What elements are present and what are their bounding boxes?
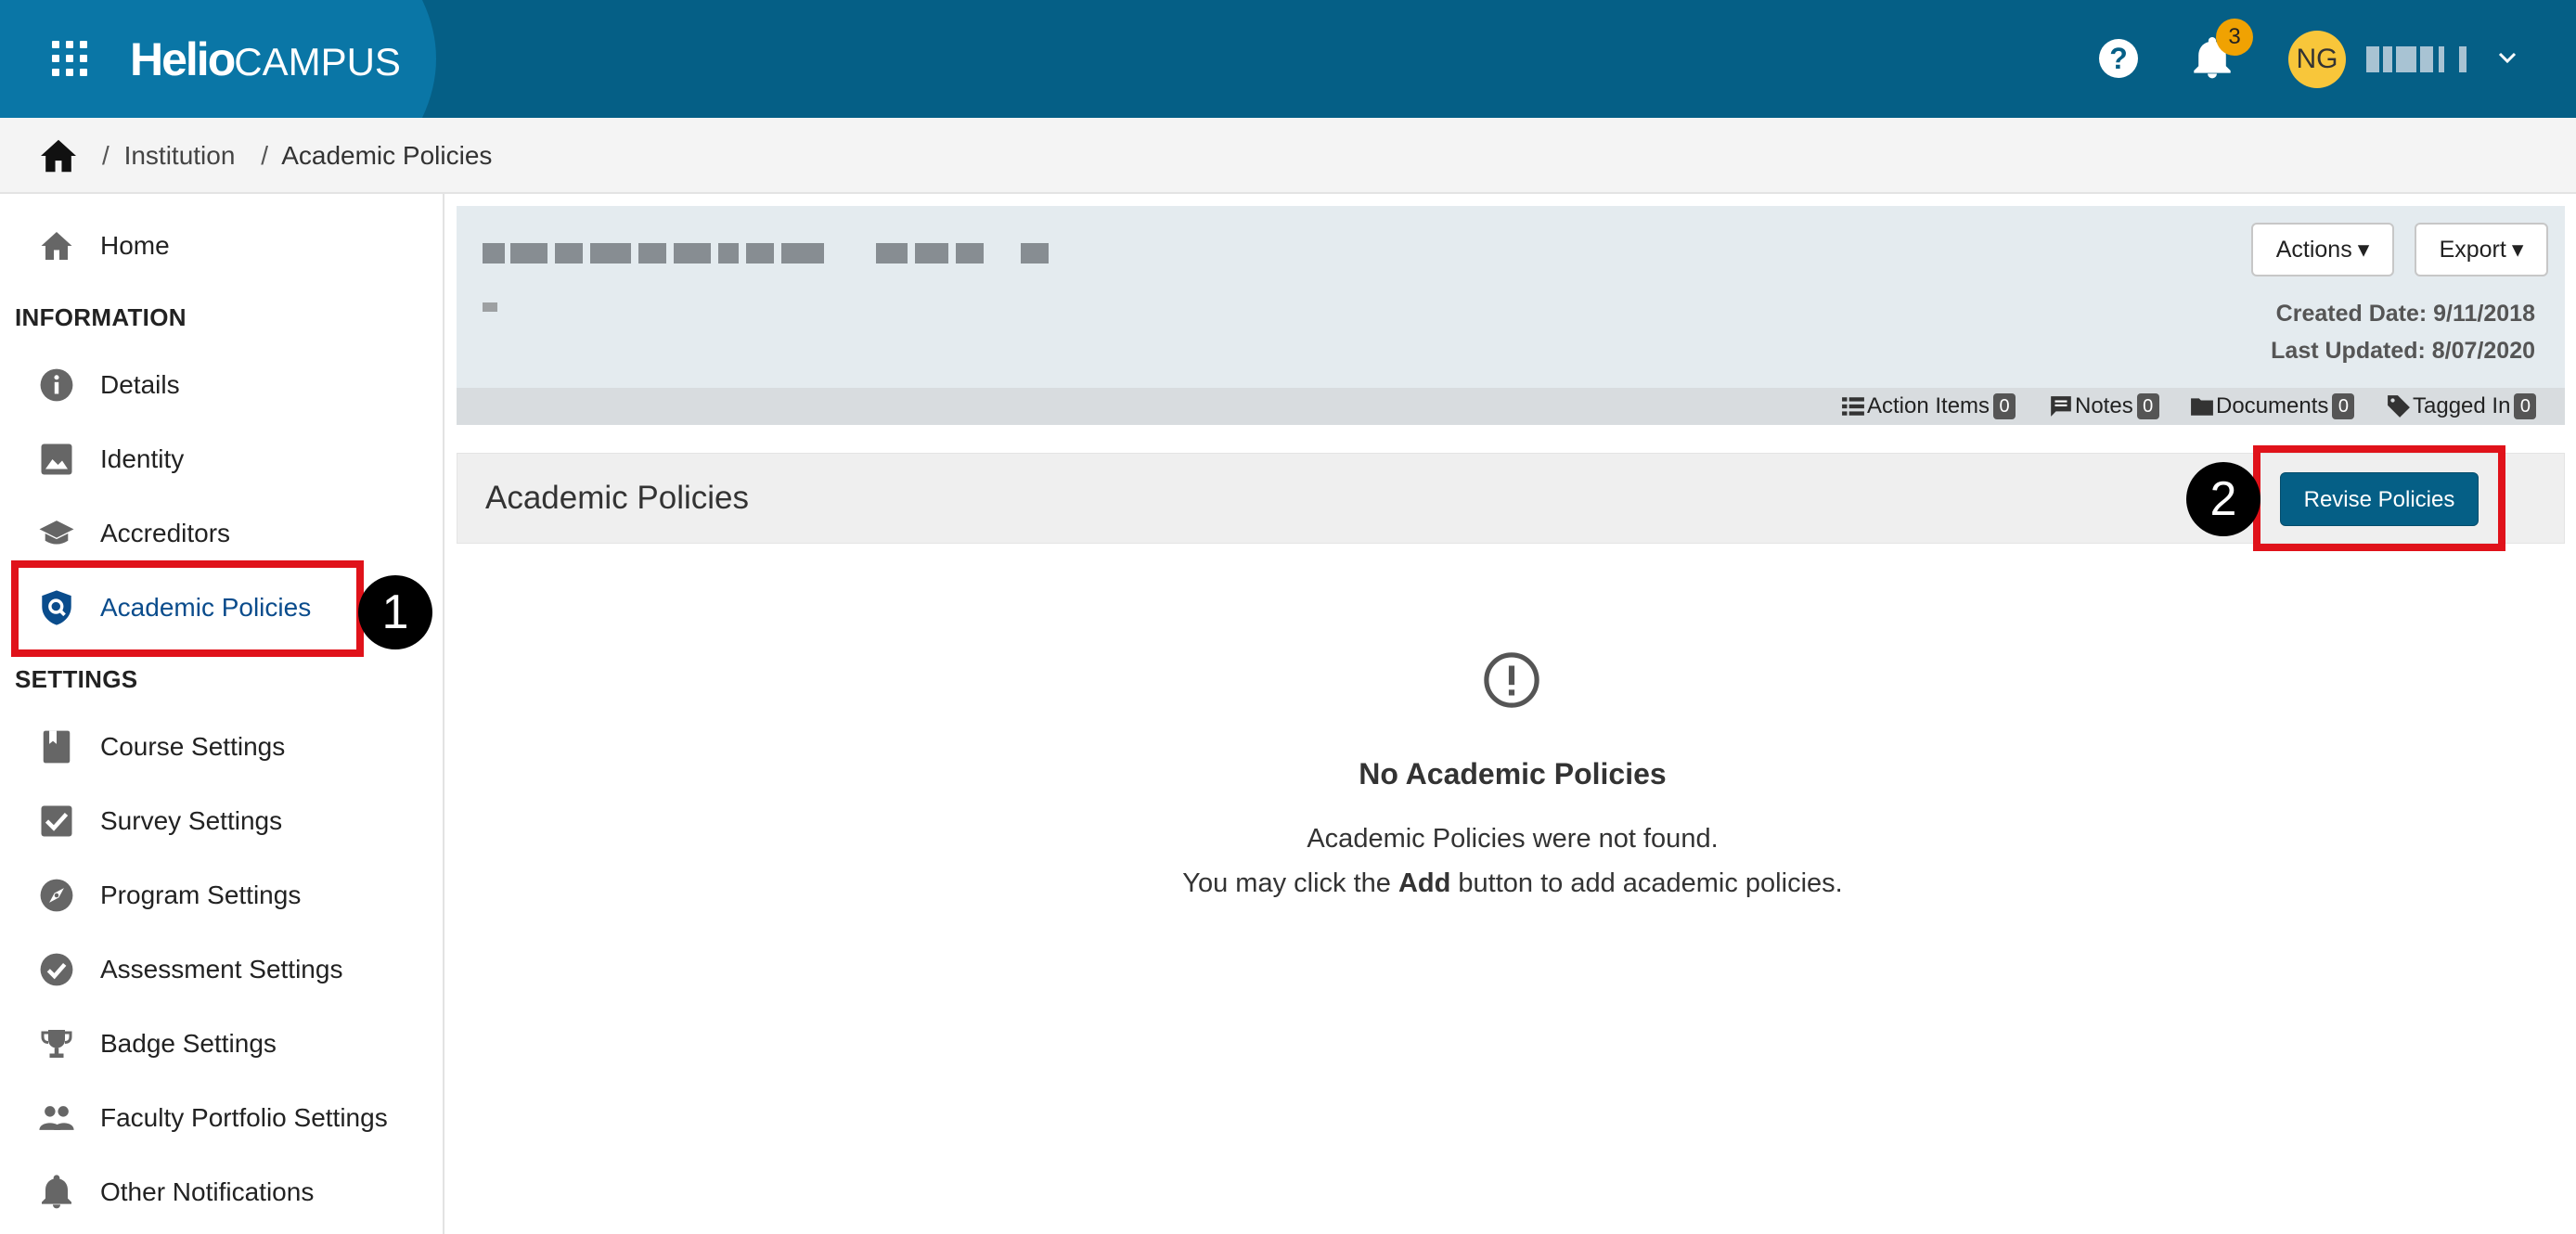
apps-grid-icon[interactable] [52, 41, 87, 76]
sidebar-item-home[interactable]: Home [37, 218, 408, 274]
sidebar: Home INFORMATION Details Identity Accred… [0, 194, 444, 1234]
sidebar-item-survey-settings[interactable]: Survey Settings [37, 793, 408, 849]
empty-state-title: No Academic Policies [1359, 757, 1667, 791]
record-subtitle-redacted [483, 302, 497, 312]
exclamation-circle-icon [1484, 652, 1539, 708]
top-navbar: HelioCAMPUS ? 3 NG [0, 0, 2576, 118]
sidebar-item-other-notifications[interactable]: Other Notifications [37, 1164, 408, 1220]
trophy-icon [37, 1024, 76, 1063]
sidebar-item-label: Survey Settings [100, 806, 283, 835]
tag-icon [2388, 395, 2410, 418]
help-icon[interactable]: ? [2099, 39, 2138, 78]
compass-icon [37, 876, 76, 915]
sidebar-item-program-settings[interactable]: Program Settings [37, 868, 408, 923]
counter-documents[interactable]: Documents 0 [2190, 392, 2355, 421]
record-title-redacted [483, 234, 1076, 275]
record-header: Actions ▾ Export ▾ Created Date: 9/11/20… [457, 206, 2565, 425]
created-date: Created Date: 9/11/2018 [2275, 301, 2535, 327]
export-dropdown-button[interactable]: Export ▾ [2415, 223, 2548, 276]
sidebar-item-accreditors[interactable]: Accreditors [37, 506, 408, 561]
section-heading-settings: SETTINGS [15, 665, 138, 693]
sidebar-item-label: Accreditors [100, 519, 231, 547]
breadcrumb-trail: / Institution / Academic Policies [102, 141, 493, 170]
counter-action-items[interactable]: Action Items 0 [1841, 392, 2016, 421]
image-icon [37, 440, 76, 479]
step-marker-2: 2 [2186, 462, 2260, 536]
sidebar-item-details[interactable]: Details [37, 357, 408, 413]
highlight-box-step-2 [2253, 445, 2505, 551]
notification-count-badge: 3 [2216, 19, 2253, 56]
caret-down-icon: ▾ [2357, 237, 2370, 263]
empty-state-message: Academic Policies were not found. [1307, 824, 1719, 854]
counter-notes[interactable]: Notes 0 [2049, 392, 2159, 421]
folder-icon [2191, 398, 2213, 416]
book-icon [37, 727, 76, 766]
info-icon [37, 366, 76, 405]
actions-dropdown-button[interactable]: Actions ▾ [2251, 223, 2394, 276]
sidebar-item-faculty-portfolio-settings[interactable]: Faculty Portfolio Settings [37, 1090, 408, 1146]
sidebar-item-label: Course Settings [100, 732, 286, 761]
list-icon [1842, 397, 1864, 416]
sidebar-item-label: Faculty Portfolio Settings [100, 1103, 388, 1132]
chevron-down-icon[interactable] [2496, 46, 2518, 69]
sidebar-item-label: Badge Settings [100, 1029, 277, 1058]
sidebar-item-course-settings[interactable]: Course Settings [37, 719, 408, 775]
graduation-cap-icon [37, 514, 76, 553]
caret-down-icon: ▾ [2511, 237, 2524, 263]
user-avatar[interactable]: NG [2288, 31, 2346, 88]
sidebar-item-identity[interactable]: Identity [37, 431, 408, 487]
record-counters-bar: Action Items 0 Notes 0 Documents 0 Tagge… [457, 388, 2565, 425]
heliocampus-logo[interactable]: HelioCAMPUS [130, 32, 401, 87]
home-icon[interactable] [39, 138, 78, 174]
sidebar-item-label: Identity [100, 444, 185, 473]
user-name-redacted[interactable] [2366, 46, 2468, 72]
breadcrumb: / Institution / Academic Policies [0, 118, 2576, 194]
breadcrumb-item-current: Academic Policies [281, 141, 493, 170]
highlight-box-step-1 [11, 560, 364, 657]
last-updated-date: Last Updated: 8/07/2020 [2271, 338, 2535, 364]
step-marker-1: 1 [358, 575, 432, 649]
bell-icon [37, 1173, 76, 1212]
sidebar-item-label: Other Notifications [100, 1177, 315, 1206]
counter-tagged-in[interactable]: Tagged In 0 [2387, 392, 2537, 421]
logo-light-text: CAMPUS [234, 40, 401, 84]
sidebar-item-label: Details [100, 370, 180, 399]
logo-bold-text: Helio [130, 33, 236, 85]
check-circle-icon [37, 950, 76, 989]
section-heading-information: INFORMATION [15, 303, 187, 331]
sidebar-item-label: Assessment Settings [100, 955, 343, 983]
sidebar-item-badge-settings[interactable]: Badge Settings [37, 1016, 408, 1072]
empty-state-hint: You may click the Add button to add acad… [1182, 868, 1843, 898]
sidebar-item-label: Home [100, 231, 170, 260]
sidebar-item-label: Program Settings [100, 881, 302, 909]
sidebar-item-assessment-settings[interactable]: Assessment Settings [37, 942, 408, 997]
checkbox-icon [37, 802, 76, 841]
home-icon [37, 226, 76, 265]
notes-icon [2051, 396, 2071, 417]
breadcrumb-item-institution[interactable]: Institution [124, 141, 236, 170]
section-title: Academic Policies [485, 480, 749, 516]
people-icon [37, 1099, 76, 1138]
